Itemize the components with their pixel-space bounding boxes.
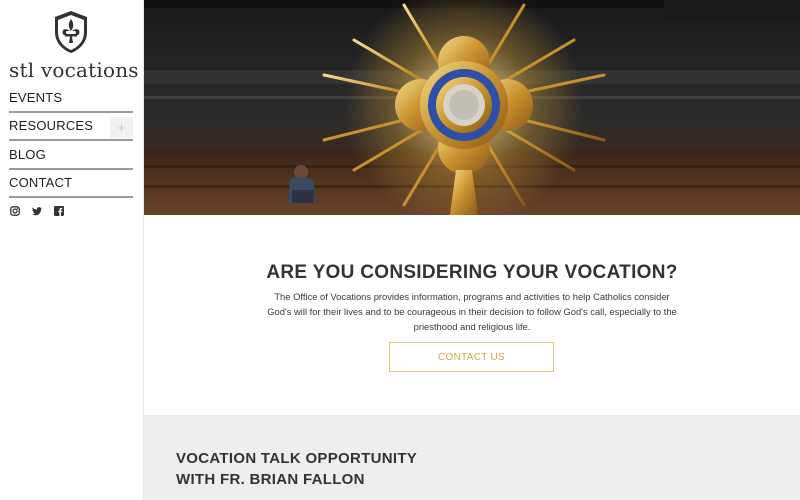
feature-heading[interactable]: VOCATION TALK OPPORTUNITY WITH FR. BRIAN… [176,448,417,490]
intro-section: ARE YOU CONSIDERING YOUR VOCATION? The O… [144,215,800,415]
site-logo-text[interactable]: stl vocations [9,58,139,82]
fleur-de-lis-shield-icon[interactable] [53,10,89,54]
nav-item-contact[interactable]: CONTACT [9,170,133,198]
nav-item-resources[interactable]: RESOURCES + [9,113,133,141]
instagram-icon[interactable] [10,206,20,216]
monstrance-illustration [144,0,800,215]
nav-item-events[interactable]: EVENTS [9,84,133,113]
expand-submenu-button[interactable]: + [110,116,133,138]
twitter-icon[interactable] [32,206,42,216]
feature-heading-line: VOCATION TALK OPPORTUNITY [176,450,418,467]
facebook-icon[interactable] [54,206,64,216]
nav-item-label: EVENTS [9,89,63,105]
main-nav: EVENTS RESOURCES + BLOG CONTACT [0,84,144,198]
feature-heading-line: WITH FR. BRIAN FALLON [176,471,365,488]
nav-item-label: CONTACT [9,175,73,191]
intro-heading: ARE YOU CONSIDERING YOUR VOCATION? [266,262,678,283]
social-links [10,206,64,216]
hero-image [144,0,800,215]
sidebar: stl vocations EVENTS RESOURCES + BLOG CO… [0,0,144,500]
intro-description: The Office of Vocations provides informa… [267,291,677,332]
contact-us-button[interactable]: CONTACT US [389,342,554,372]
nav-item-label: BLOG [9,146,46,162]
feature-band: VOCATION TALK OPPORTUNITY WITH FR. BRIAN… [144,415,800,500]
nav-item-blog[interactable]: BLOG [9,141,133,170]
nav-item-label: RESOURCES [9,118,94,134]
